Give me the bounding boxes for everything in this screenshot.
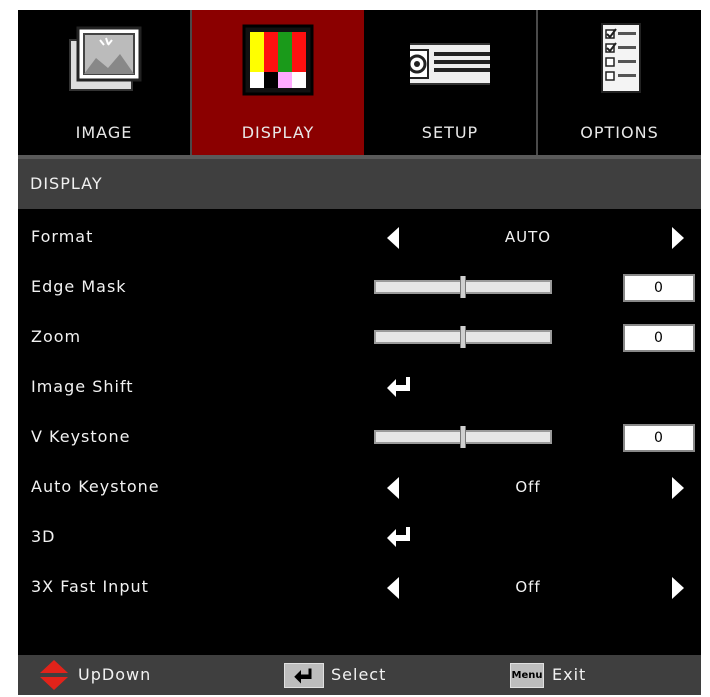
tab-bar: IMAGE DISPLAY SETUP OPTIONS <box>18 10 701 155</box>
edge-mask-label: Edge Mask <box>31 277 127 296</box>
osd-menu: IMAGE DISPLAY SETUP OPTIONS DISPLAY Form… <box>18 10 701 695</box>
tab-options[interactable]: OPTIONS <box>538 10 701 155</box>
image-icon <box>69 26 142 91</box>
section-title: DISPLAY <box>30 174 103 193</box>
updown-arrow-icon <box>40 660 68 690</box>
select-key-icon <box>284 663 324 688</box>
edge-mask-slider[interactable] <box>374 276 552 298</box>
section-header: DISPLAY <box>18 159 701 209</box>
tab-image-label: IMAGE <box>75 123 133 142</box>
options-checklist-icon <box>600 23 641 93</box>
menu-row-format[interactable]: Format AUTO <box>18 213 701 263</box>
menu-row-fast-input[interactable]: 3X Fast Input Off <box>18 563 701 613</box>
zoom-slider[interactable] <box>374 326 552 348</box>
format-value: AUTO <box>504 228 552 246</box>
format-right-arrow-icon[interactable] <box>672 227 684 249</box>
menu-row-zoom[interactable]: Zoom 0 <box>18 313 701 363</box>
zoom-slider-thumb[interactable] <box>460 326 466 348</box>
footer-updown-label: UpDown <box>78 665 152 684</box>
tab-image[interactable]: IMAGE <box>18 10 192 155</box>
tab-options-label: OPTIONS <box>580 123 659 142</box>
edge-mask-slider-thumb[interactable] <box>460 276 466 298</box>
menu-row-3d[interactable]: 3D <box>18 513 701 563</box>
fast-input-label: 3X Fast Input <box>31 577 149 596</box>
v-keystone-value: 0 <box>623 424 695 452</box>
edge-mask-value: 0 <box>623 274 695 302</box>
tab-display-label: DISPLAY <box>241 123 315 142</box>
enter-icon[interactable] <box>386 525 414 549</box>
auto-keystone-value: Off <box>515 478 541 496</box>
menu-row-image-shift[interactable]: Image Shift <box>18 363 701 413</box>
enter-icon[interactable] <box>386 375 414 399</box>
image-shift-label: Image Shift <box>31 377 134 396</box>
tab-setup[interactable]: SETUP <box>364 10 538 155</box>
zoom-label: Zoom <box>31 327 82 346</box>
auto-keystone-right-arrow-icon[interactable] <box>672 477 684 499</box>
projector-setup-icon <box>410 43 490 85</box>
footer-exit-label: Exit <box>552 665 587 684</box>
menu-key-icon: Menu <box>510 663 544 688</box>
display-color-bars-icon <box>242 24 314 96</box>
menu-row-edge-mask[interactable]: Edge Mask 0 <box>18 263 701 313</box>
format-left-arrow-icon[interactable] <box>387 227 399 249</box>
fast-input-value: Off <box>515 578 541 596</box>
footer-help-bar: UpDown Select Menu Exit <box>18 655 701 695</box>
menu-row-v-keystone[interactable]: V Keystone 0 <box>18 413 701 463</box>
v-keystone-slider-thumb[interactable] <box>460 426 466 448</box>
menu-row-auto-keystone[interactable]: Auto Keystone Off <box>18 463 701 513</box>
tab-display[interactable]: DISPLAY <box>192 10 364 155</box>
zoom-value: 0 <box>623 324 695 352</box>
enter-icon <box>294 668 312 684</box>
fast-input-left-arrow-icon[interactable] <box>387 577 399 599</box>
auto-keystone-label: Auto Keystone <box>31 477 160 496</box>
3d-label: 3D <box>31 527 56 546</box>
v-keystone-label: V Keystone <box>31 427 131 446</box>
tab-setup-label: SETUP <box>421 123 479 142</box>
auto-keystone-left-arrow-icon[interactable] <box>387 477 399 499</box>
format-label: Format <box>31 227 94 246</box>
fast-input-right-arrow-icon[interactable] <box>672 577 684 599</box>
v-keystone-slider[interactable] <box>374 426 552 448</box>
footer-select-label: Select <box>331 665 387 684</box>
